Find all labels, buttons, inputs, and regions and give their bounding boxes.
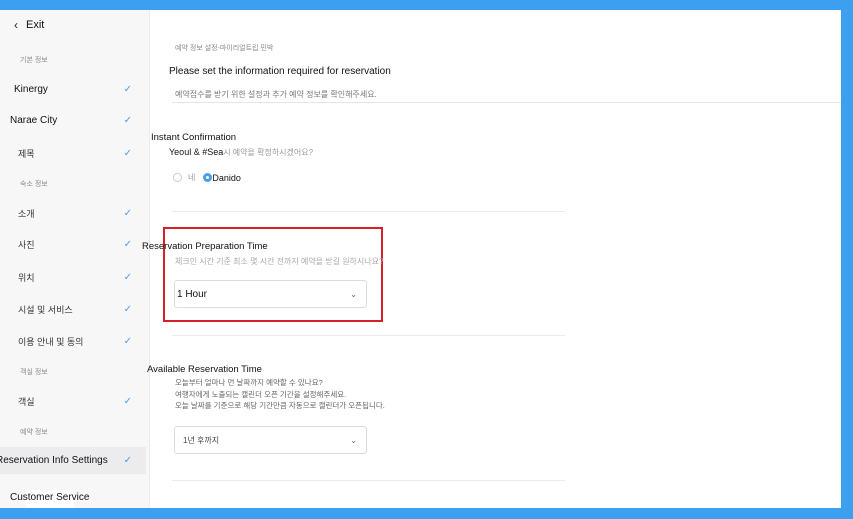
sidebar-item-label: Reservation Info Settings [0,455,108,466]
radio-danido[interactable] [203,173,213,182]
check-icon: ✓ [123,395,132,407]
check-icon: ✓ [123,455,132,466]
sidebar-item-facilities[interactable]: 시설 및 서비스 ✓ [0,296,146,322]
available-desc-line: 여행자에게 노출되는 캘린더 오픈 기간을 설정해주세요. [175,389,347,399]
sidebar-item-photos[interactable]: 사진 ✓ [0,231,146,257]
check-icon: ✓ [123,335,132,347]
sidebar-item-title[interactable]: 제목 ✓ [0,140,146,166]
radio-yes-label: 네 [188,173,196,182]
section-divider [172,480,565,481]
prep-time-question: 체크인 시간 기준 최소 몇 시간 전까지 예약을 받길 원하시나요? [175,257,384,266]
sidebar-item-location[interactable]: 위치 ✓ [0,264,146,290]
chevron-left-icon: ‹ [14,18,18,32]
sidebar-item-label: 시설 및 서비스 [18,304,73,315]
sidebar-item-label: 객실 [18,396,35,407]
app-frame: ‹ Exit 기본 정보 Kinergy ✓ Narae City ✓ 제목 ✓… [0,10,841,508]
sidebar-item-label: 제목 [18,148,35,159]
check-icon: ✓ [123,271,132,283]
header-divider [172,102,841,103]
sidebar-item-intro[interactable]: 소개 ✓ [0,200,146,226]
exit-button[interactable]: ‹ Exit [14,18,44,32]
breadcrumb: 예약 정보 설정-마이리얼트립 민박 [175,45,274,52]
check-icon: ✓ [123,114,132,126]
available-time-value: 1년 후까지 [183,435,220,445]
prep-time-value: 1 Hour [177,288,208,300]
section-label-property: 숙소 정보 [20,181,48,188]
prep-time-title: Reservation Preparation Time [142,241,268,252]
sidebar-item-rooms[interactable]: 객실 ✓ [0,388,146,414]
sidebar-item-label: Kinergy [14,83,48,95]
instant-question-strong: Yeoul & #Sea [169,147,224,157]
sidebar-item-usage-guide[interactable]: 이용 안내 및 동의 ✓ [0,328,146,354]
sidebar-item-narae-city[interactable]: Narae City ✓ [0,107,146,133]
prep-time-select[interactable]: 1 Hour ⌄ [174,280,367,308]
chevron-down-icon: ⌄ [350,435,357,445]
instant-confirmation-question: Yeoul & #Sea시 예약을 확정하시겠어요? [169,147,313,158]
sidebar-item-label: 위치 [18,272,35,283]
instant-confirmation-title: Instant Confirmation [151,132,237,143]
available-time-description: 오늘부터 얼마나 먼 날짜까지 예약할 수 있나요? 여행자에게 노출되는 캘린… [175,377,385,412]
section-label-rooms: 객실 정보 [20,369,48,376]
radio-yes[interactable] [173,173,182,182]
section-divider [172,211,565,212]
page-title: Please set the information required for … [169,66,391,77]
available-desc-line: 오늘부터 얼마나 먼 날짜까지 예약할 수 있나요? [175,378,323,387]
sidebar-item-kinergy[interactable]: Kinergy ✓ [0,76,146,102]
section-label-basic: 기본 정보 [20,57,48,64]
page-description: 예약접수를 받기 위한 설정과 추가 예약 정보를 확인해주세요. [175,90,377,99]
sidebar-item-label: 사진 [18,239,35,250]
customer-service-link[interactable]: Customer Service [10,492,89,503]
radio-danido-label: Danido [212,172,241,183]
sidebar: ‹ Exit 기본 정보 Kinergy ✓ Narae City ✓ 제목 ✓… [0,10,150,508]
sidebar-item-reservation-info[interactable]: Reservation Info Settings ✓ [0,447,146,474]
available-desc-line: 오늘 날짜를 기준으로 해당 기간만큼 자동으로 캘린더가 오픈됩니다. [175,401,385,410]
sidebar-item-label: 소개 [18,208,35,219]
check-icon: ✓ [123,303,132,315]
exit-label: Exit [26,19,45,31]
check-icon: ✓ [123,83,132,95]
instant-confirmation-options: 네 Danido [173,172,241,183]
check-icon: ✓ [123,147,132,159]
sidebar-item-label: 이용 안내 및 동의 [18,336,84,347]
section-label-reservation: 예약 정보 [20,429,48,436]
instant-question-rest: 시 예약을 확정하시겠어요? [223,148,314,157]
check-icon: ✓ [123,207,132,219]
available-time-select[interactable]: 1년 후까지 ⌄ [174,426,367,454]
section-divider [172,335,565,336]
sidebar-item-label: Narae City [10,114,58,126]
available-time-title: Available Reservation Time [147,364,262,375]
chevron-down-icon: ⌄ [350,289,357,299]
